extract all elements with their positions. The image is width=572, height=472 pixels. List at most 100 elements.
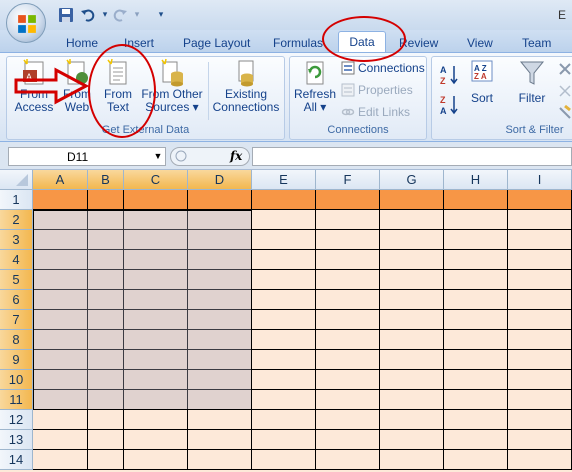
cell-c13[interactable] <box>124 430 188 450</box>
cell-e12[interactable] <box>252 410 316 430</box>
cell-h9[interactable] <box>444 350 508 370</box>
formula-input[interactable] <box>252 147 572 166</box>
cell-i13[interactable] <box>508 430 572 450</box>
cell-c14[interactable] <box>124 450 188 470</box>
cell-i10[interactable] <box>508 370 572 390</box>
cell-i2[interactable] <box>508 210 572 230</box>
cell-i9[interactable] <box>508 350 572 370</box>
cell-f3[interactable] <box>316 230 380 250</box>
filter-button[interactable]: Filter <box>512 58 552 122</box>
column-header-f[interactable]: F <box>316 170 380 190</box>
cell-f4[interactable] <box>316 250 380 270</box>
cell-g11[interactable] <box>380 390 444 410</box>
cell-d1[interactable] <box>188 190 252 210</box>
cell-e13[interactable] <box>252 430 316 450</box>
tab-formulas[interactable]: Formulas <box>273 34 323 52</box>
redo-icon[interactable] <box>112 7 128 23</box>
cell-f12[interactable] <box>316 410 380 430</box>
column-header-c[interactable]: C <box>124 170 188 190</box>
cell-h4[interactable] <box>444 250 508 270</box>
cell-h8[interactable] <box>444 330 508 350</box>
cell-i6[interactable] <box>508 290 572 310</box>
row-header-13[interactable]: 13 <box>0 430 33 450</box>
cell-i11[interactable] <box>508 390 572 410</box>
cell-g10[interactable] <box>380 370 444 390</box>
cell-f13[interactable] <box>316 430 380 450</box>
cell-g1[interactable] <box>380 190 444 210</box>
cell-g9[interactable] <box>380 350 444 370</box>
cell-g7[interactable] <box>380 310 444 330</box>
cell-f2[interactable] <box>316 210 380 230</box>
cell-h5[interactable] <box>444 270 508 290</box>
row-header-12[interactable]: 12 <box>0 410 33 430</box>
cell-e11[interactable] <box>252 390 316 410</box>
cell-f5[interactable] <box>316 270 380 290</box>
cell-d14[interactable] <box>188 450 252 470</box>
cell-i14[interactable] <box>508 450 572 470</box>
name-box[interactable]: D11 <box>8 147 166 166</box>
column-header-e[interactable]: E <box>252 170 316 190</box>
sort-button[interactable]: A Z Z A Sort <box>465 58 499 122</box>
edit-links-button[interactable]: Edit Links <box>358 103 410 121</box>
cell-g2[interactable] <box>380 210 444 230</box>
cell-g12[interactable] <box>380 410 444 430</box>
cell-h13[interactable] <box>444 430 508 450</box>
sort-descending-icon[interactable]: Z A <box>440 94 460 116</box>
row-header-14[interactable]: 14 <box>0 450 33 470</box>
cell-b14[interactable] <box>88 450 124 470</box>
cell-f11[interactable] <box>316 390 380 410</box>
cell-c1[interactable] <box>124 190 188 210</box>
cell-h12[interactable] <box>444 410 508 430</box>
column-header-i[interactable]: I <box>508 170 572 190</box>
cell-h1[interactable] <box>444 190 508 210</box>
cell-f14[interactable] <box>316 450 380 470</box>
cell-h3[interactable] <box>444 230 508 250</box>
cell-b1[interactable] <box>88 190 124 210</box>
existing-connections-button[interactable]: Existing Connections <box>210 58 282 122</box>
insert-function-icon[interactable]: fx <box>230 147 242 166</box>
cell-i4[interactable] <box>508 250 572 270</box>
cell-g4[interactable] <box>380 250 444 270</box>
cell-e9[interactable] <box>252 350 316 370</box>
row-header-10[interactable]: 10 <box>0 370 33 390</box>
cell-e8[interactable] <box>252 330 316 350</box>
cell-i1[interactable] <box>508 190 572 210</box>
cell-f9[interactable] <box>316 350 380 370</box>
tab-view[interactable]: View <box>467 34 493 52</box>
cell-e1[interactable] <box>252 190 316 210</box>
row-header-6[interactable]: 6 <box>0 290 33 310</box>
properties-button[interactable]: Properties <box>358 81 413 99</box>
cell-e6[interactable] <box>252 290 316 310</box>
cell-g6[interactable] <box>380 290 444 310</box>
cell-a1[interactable] <box>33 190 88 210</box>
cell-i3[interactable] <box>508 230 572 250</box>
customize-qat-icon[interactable]: ▾ <box>152 6 170 22</box>
cell-a13[interactable] <box>33 430 88 450</box>
row-header-5[interactable]: 5 <box>0 270 33 290</box>
cell-f1[interactable] <box>316 190 380 210</box>
tab-home[interactable]: Home <box>66 34 98 52</box>
cell-e2[interactable] <box>252 210 316 230</box>
select-all-corner[interactable] <box>0 170 33 190</box>
cell-d13[interactable] <box>188 430 252 450</box>
cell-h11[interactable] <box>444 390 508 410</box>
row-header-9[interactable]: 9 <box>0 350 33 370</box>
redo-dropdown-icon[interactable]: ▾ <box>128 6 146 22</box>
cell-e3[interactable] <box>252 230 316 250</box>
cell-e10[interactable] <box>252 370 316 390</box>
cell-e7[interactable] <box>252 310 316 330</box>
row-header-1[interactable]: 1 <box>0 190 33 210</box>
cell-g3[interactable] <box>380 230 444 250</box>
cell-h7[interactable] <box>444 310 508 330</box>
cell-i12[interactable] <box>508 410 572 430</box>
cell-f8[interactable] <box>316 330 380 350</box>
cell-d12[interactable] <box>188 410 252 430</box>
cell-a14[interactable] <box>33 450 88 470</box>
cell-g8[interactable] <box>380 330 444 350</box>
cell-i5[interactable] <box>508 270 572 290</box>
column-header-a[interactable]: A <box>33 170 88 190</box>
cell-i7[interactable] <box>508 310 572 330</box>
column-header-b[interactable]: B <box>88 170 124 190</box>
cell-i8[interactable] <box>508 330 572 350</box>
sort-ascending-icon[interactable]: A Z <box>440 64 460 86</box>
